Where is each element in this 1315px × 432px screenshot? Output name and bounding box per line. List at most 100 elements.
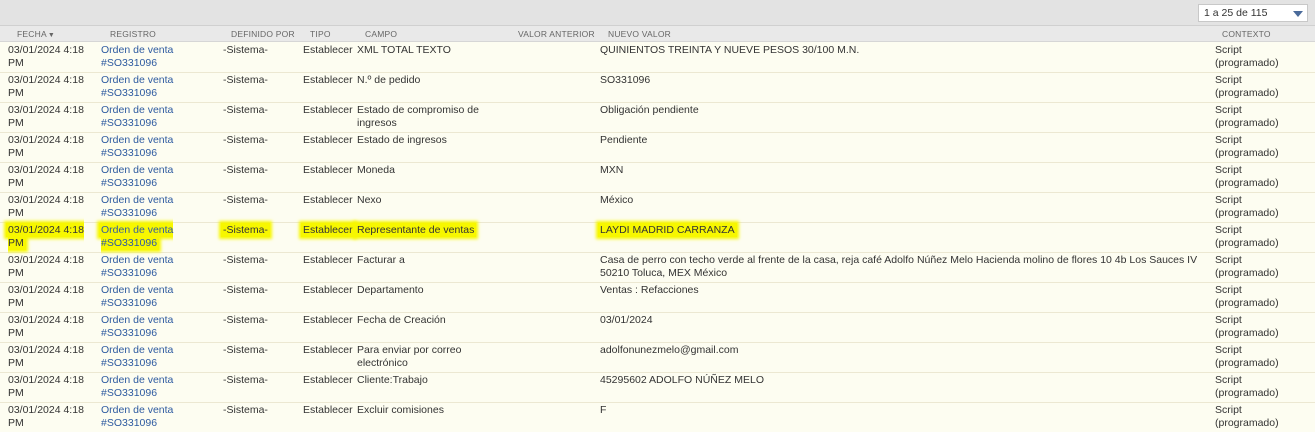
table-row: 03/01/2024 4:18 PM Orden de venta #SO3310… — [0, 193, 1315, 223]
toolbar: 1 a 25 de 115 — [0, 0, 1315, 26]
column-header-contexto[interactable]: CONTEXTO — [1222, 29, 1271, 39]
cell-campo: Fecha de Creación — [357, 314, 446, 326]
cell-nuevo-valor: Casa de perro con techo verde al frente … — [600, 254, 1198, 279]
cell-nuevo-valor: SO331096 — [600, 74, 651, 86]
cell-contexto: Script (programado) — [1215, 104, 1279, 129]
cell-campo: N.º de pedido — [357, 74, 421, 86]
cell-tipo: Establecer — [303, 344, 353, 356]
cell-nuevo-valor: 45295602 ADOLFO NÚÑEZ MELO — [600, 374, 764, 386]
cell-tipo: Establecer — [303, 374, 353, 386]
cell-definido-por: -Sistema- — [223, 194, 268, 206]
cell-definido-por: -Sistema- — [223, 44, 268, 56]
cell-fecha: 03/01/2024 4:18 PM — [8, 374, 84, 399]
cell-tipo: Establecer — [303, 284, 353, 296]
record-link[interactable]: Orden de venta #SO331096 — [101, 254, 191, 279]
cell-nuevo-valor: Ventas : Refacciones — [600, 284, 699, 296]
cell-tipo: Establecer — [303, 164, 353, 176]
column-header-fecha[interactable]: FECHA▼ — [17, 29, 55, 39]
cell-nuevo-valor: Pendiente — [600, 134, 648, 146]
chevron-down-icon[interactable] — [1293, 11, 1303, 17]
record-link[interactable]: Orden de venta #SO331096 — [101, 284, 191, 309]
cell-campo: Moneda — [357, 164, 395, 176]
cell-nuevo-valor: MXN — [600, 164, 624, 176]
cell-campo: XML TOTAL TEXTO — [357, 44, 451, 56]
record-link[interactable]: Orden de venta #SO331096 — [101, 374, 191, 399]
cell-contexto: Script (programado) — [1215, 194, 1279, 219]
table-row: 03/01/2024 4:18 PM Orden de venta #SO3310… — [0, 103, 1315, 133]
cell-fecha: 03/01/2024 4:18 PM — [8, 164, 84, 189]
cell-nuevo-valor: Obligación pendiente — [600, 104, 699, 116]
record-link[interactable]: Orden de venta #SO331096 — [99, 223, 191, 250]
cell-campo: Excluir comisiones — [357, 404, 444, 416]
pagination-select[interactable]: 1 a 25 de 115 — [1198, 4, 1308, 22]
record-link[interactable]: Orden de venta #SO331096 — [101, 74, 191, 99]
table-row: 03/01/2024 4:18 PM Orden de venta #SO3310… — [0, 163, 1315, 193]
cell-fecha: 03/01/2024 4:18 PM — [8, 344, 84, 369]
cell-contexto: Script (programado) — [1215, 134, 1279, 159]
cell-fecha: 03/01/2024 4:18 PM — [8, 104, 84, 129]
record-link[interactable]: Orden de venta #SO331096 — [101, 134, 191, 159]
cell-contexto: Script (programado) — [1215, 44, 1279, 69]
cell-fecha: 03/01/2024 4:18 PM — [8, 314, 84, 339]
record-link[interactable]: Orden de venta #SO331096 — [101, 104, 191, 129]
cell-campo: Nexo — [357, 194, 382, 206]
cell-fecha: 03/01/2024 4:18 PM — [8, 44, 84, 69]
cell-definido-por: -Sistema- — [223, 164, 268, 176]
cell-fecha: 03/01/2024 4:18 PM — [8, 254, 84, 279]
table-header: FECHA▼ REGISTRO DEFINIDO POR TIPO CAMPO … — [0, 26, 1315, 42]
column-header-tipo[interactable]: TIPO — [310, 29, 331, 39]
cell-campo: Departamento — [357, 284, 424, 296]
cell-tipo: Establecer — [303, 44, 353, 56]
cell-definido-por: -Sistema- — [223, 74, 268, 86]
cell-nuevo-valor: LAYDI MADRID CARRANZA — [598, 223, 737, 237]
table-row: 03/01/2024 4:18 PM Orden de venta #SO3310… — [0, 283, 1315, 313]
cell-contexto: Script (programado) — [1215, 164, 1279, 189]
cell-tipo: Establecer — [303, 404, 353, 416]
column-header-campo[interactable]: CAMPO — [365, 29, 397, 39]
table-row: 03/01/2024 4:18 PM Orden de venta #SO3310… — [0, 403, 1315, 432]
sort-desc-icon: ▼ — [47, 32, 55, 39]
cell-contexto: Script (programado) — [1215, 74, 1279, 99]
record-link[interactable]: Orden de venta #SO331096 — [101, 194, 191, 219]
table-row: 03/01/2024 4:18 PM Orden de venta #SO3310… — [0, 223, 1315, 253]
cell-tipo: Establecer — [303, 254, 353, 266]
cell-nuevo-valor: México — [600, 194, 634, 206]
cell-nuevo-valor: F — [600, 404, 607, 416]
table-row: 03/01/2024 4:18 PM Orden de venta #SO3310… — [0, 133, 1315, 163]
cell-fecha: 03/01/2024 4:18 PM — [8, 74, 84, 99]
record-link[interactable]: Orden de venta #SO331096 — [101, 314, 191, 339]
record-link[interactable]: Orden de venta #SO331096 — [101, 44, 191, 69]
cell-fecha: 03/01/2024 4:18 PM — [6, 223, 84, 250]
cell-contexto: Script (programado) — [1215, 314, 1279, 339]
column-header-valor-anterior[interactable]: VALOR ANTERIOR — [518, 29, 595, 39]
cell-tipo: Establecer — [303, 314, 353, 326]
table-row: 03/01/2024 4:18 PM Orden de venta #SO3310… — [0, 43, 1315, 73]
cell-fecha: 03/01/2024 4:18 PM — [8, 134, 84, 159]
cell-definido-por: -Sistema- — [223, 104, 268, 116]
cell-nuevo-valor: QUINIENTOS TREINTA Y NUEVE PESOS 30/100 … — [600, 44, 860, 56]
table-row: 03/01/2024 4:18 PM Orden de venta #SO3310… — [0, 73, 1315, 103]
cell-tipo: Establecer — [303, 194, 353, 206]
cell-campo: Facturar a — [357, 254, 405, 266]
cell-campo: Para enviar por correo electrónico — [357, 344, 462, 369]
column-header-definido-por[interactable]: DEFINIDO POR — [231, 29, 295, 39]
record-link[interactable]: Orden de venta #SO331096 — [101, 404, 191, 429]
cell-contexto: Script (programado) — [1215, 284, 1279, 309]
cell-tipo: Establecer — [303, 134, 353, 146]
cell-definido-por: -Sistema- — [223, 254, 268, 266]
cell-contexto: Script (programado) — [1215, 374, 1279, 399]
record-link[interactable]: Orden de venta #SO331096 — [101, 164, 191, 189]
table-row: 03/01/2024 4:18 PM Orden de venta #SO3310… — [0, 313, 1315, 343]
cell-nuevo-valor: 03/01/2024 — [600, 314, 653, 326]
cell-contexto: Script (programado) — [1215, 404, 1279, 429]
cell-definido-por: -Sistema- — [221, 223, 270, 237]
cell-definido-por: -Sistema- — [223, 374, 268, 386]
cell-tipo: Establecer — [303, 74, 353, 86]
cell-contexto: Script (programado) — [1215, 344, 1279, 369]
table-row: 03/01/2024 4:18 PM Orden de venta #SO3310… — [0, 373, 1315, 403]
record-link[interactable]: Orden de venta #SO331096 — [101, 344, 191, 369]
column-header-registro[interactable]: REGISTRO — [110, 29, 156, 39]
column-header-nuevo-valor[interactable]: NUEVO VALOR — [608, 29, 671, 39]
pagination-label: 1 a 25 de 115 — [1204, 7, 1268, 19]
cell-campo: Estado de ingresos — [357, 134, 447, 146]
